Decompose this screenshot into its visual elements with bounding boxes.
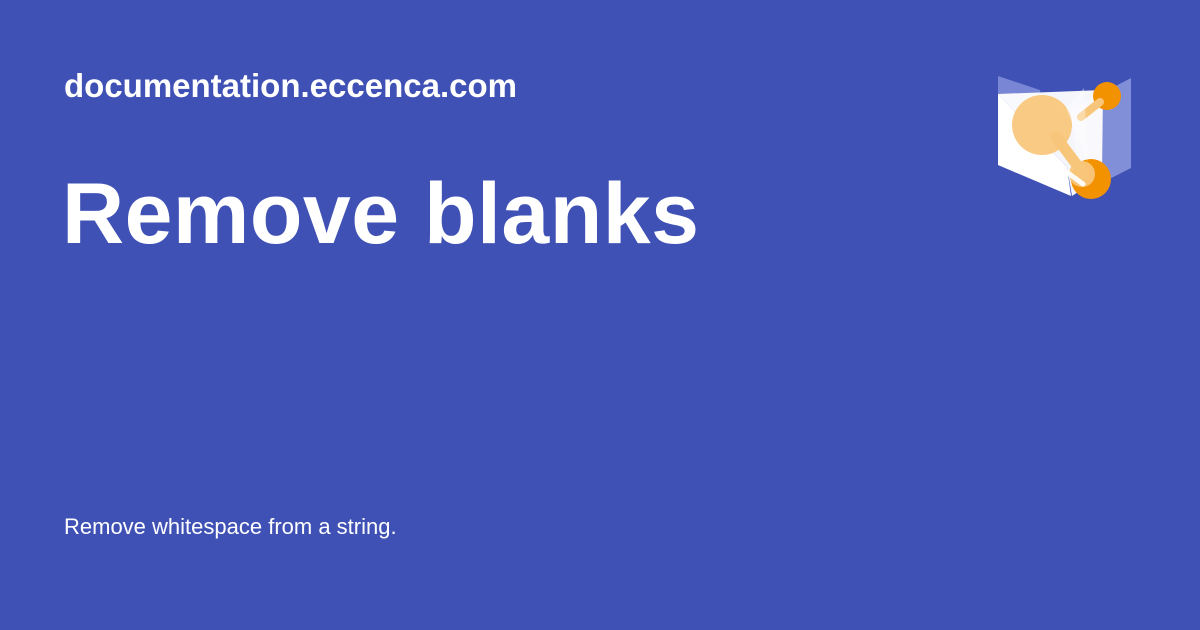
site-name[interactable]: documentation.eccenca.com	[64, 66, 517, 106]
page-description: Remove whitespace from a string.	[64, 514, 397, 539]
page-title: Remove blanks	[62, 166, 700, 262]
eccenca-logo-icon	[992, 70, 1138, 202]
